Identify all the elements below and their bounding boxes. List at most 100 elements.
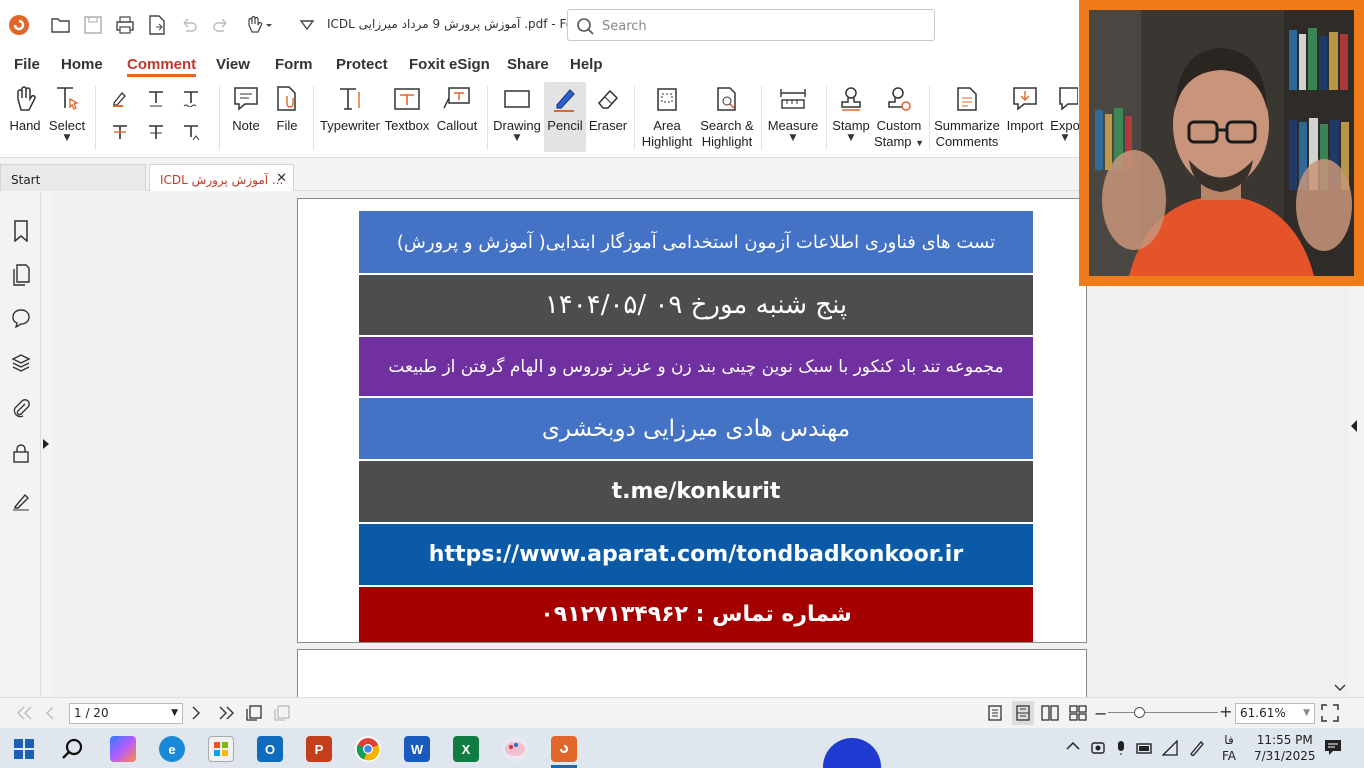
redo-icon[interactable]: [210, 14, 232, 36]
area-highlight-button[interactable]: Area Highlight: [640, 82, 694, 152]
battery-tray-icon[interactable]: [1136, 740, 1152, 756]
close-tab-icon[interactable]: ✕: [276, 171, 287, 186]
menu-foxit-esign[interactable]: Foxit eSign: [409, 56, 490, 73]
zoom-out-icon[interactable]: −: [1094, 704, 1107, 723]
next-view-icon[interactable]: [273, 704, 291, 722]
menu-protect[interactable]: Protect: [336, 56, 388, 73]
export-label: Expo: [1050, 118, 1080, 133]
menu-share[interactable]: Share: [507, 56, 549, 73]
edge-browser-icon[interactable]: e: [159, 736, 185, 762]
previous-view-icon[interactable]: [245, 704, 263, 722]
camera-tray-icon[interactable]: [1090, 740, 1106, 756]
export-button[interactable]: Expo ▼: [1050, 82, 1080, 152]
textbox-button[interactable]: Textbox: [384, 82, 430, 152]
chrome-icon[interactable]: [355, 736, 381, 762]
custom-stamp-button[interactable]: Custom Stamp ▼: [874, 82, 924, 152]
menu-form[interactable]: Form: [275, 56, 313, 73]
zoom-in-icon[interactable]: +: [1219, 702, 1232, 721]
open-folder-icon[interactable]: [50, 14, 72, 36]
drawing-button[interactable]: Drawing ▼: [492, 82, 542, 152]
underline-text-icon[interactable]: [145, 87, 167, 109]
word-icon[interactable]: W: [404, 736, 430, 762]
foxit-logo-icon[interactable]: [8, 14, 30, 36]
highlight-icon[interactable]: [109, 87, 131, 109]
wifi-tray-icon[interactable]: [1162, 740, 1178, 756]
right-panel-arrow-icon[interactable]: [1350, 420, 1360, 434]
expand-panel-arrow-icon[interactable]: [42, 439, 50, 449]
print-icon[interactable]: [114, 14, 136, 36]
first-page-icon[interactable]: [16, 706, 34, 720]
search-box[interactable]: [567, 9, 935, 41]
outlook-icon[interactable]: O: [257, 736, 283, 762]
insert-text-icon[interactable]: [180, 121, 202, 143]
menu-view[interactable]: View: [216, 56, 250, 73]
clock-date: 7/31/2025: [1254, 749, 1316, 763]
tab-start[interactable]: Start: [0, 164, 146, 191]
save-icon[interactable]: [82, 14, 104, 36]
layers-icon[interactable]: [10, 352, 32, 374]
pages-thumbnail-icon[interactable]: [10, 264, 32, 286]
facing-view-icon[interactable]: [1041, 704, 1059, 722]
export-doc-icon[interactable]: [146, 14, 168, 36]
menu-home[interactable]: Home: [61, 56, 103, 73]
excel-icon[interactable]: X: [453, 736, 479, 762]
single-page-view-icon[interactable]: [986, 704, 1004, 722]
summarize-comments-button[interactable]: Summarize Comments: [934, 82, 1000, 152]
file-attachment-button[interactable]: File: [268, 82, 306, 152]
microphone-tray-icon[interactable]: [1113, 740, 1129, 756]
select-tool-button[interactable]: Select ▼: [46, 82, 88, 152]
zoom-slider[interactable]: [1108, 712, 1218, 713]
scroll-down-icon[interactable]: [1334, 684, 1346, 694]
last-page-icon[interactable]: [217, 706, 235, 720]
customize-dropdown-icon[interactable]: [296, 14, 318, 36]
windows-start-icon[interactable]: [14, 739, 34, 759]
squiggly-text-icon[interactable]: [180, 87, 202, 109]
search-highlight-label: Search & Highlight: [700, 118, 754, 149]
security-lock-icon[interactable]: [10, 442, 32, 464]
zoom-level-input[interactable]: 61.61% ▼: [1235, 703, 1315, 724]
callout-button[interactable]: Callout: [434, 82, 480, 152]
powerpoint-icon[interactable]: P: [306, 736, 332, 762]
menu-help[interactable]: Help: [570, 56, 603, 73]
menu-file[interactable]: File: [14, 56, 40, 73]
comments-panel-icon[interactable]: [10, 307, 32, 329]
search-highlight-button[interactable]: Search & Highlight: [700, 82, 754, 152]
stamp-button[interactable]: Stamp ▼: [830, 82, 872, 152]
pen-tray-icon[interactable]: [1188, 740, 1204, 756]
typewriter-button[interactable]: Typewriter: [320, 82, 380, 152]
notifications-icon[interactable]: [1324, 739, 1342, 757]
replace-text-icon[interactable]: [145, 121, 167, 143]
eraser-button[interactable]: Eraser: [588, 82, 628, 152]
search-input[interactable]: [602, 16, 922, 36]
paint-icon[interactable]: [502, 736, 528, 762]
pencil-button[interactable]: Pencil: [544, 82, 586, 152]
undo-icon[interactable]: [178, 14, 200, 36]
language-indicator[interactable]: فا FA: [1222, 732, 1236, 764]
page-number-input[interactable]: 1 / 20 ▼: [69, 703, 183, 724]
taskbar-search-icon[interactable]: [60, 737, 84, 761]
continuous-view-icon[interactable]: [1012, 701, 1034, 725]
measure-button[interactable]: Measure ▼: [766, 82, 820, 152]
signature-icon[interactable]: [10, 490, 32, 512]
copilot-icon[interactable]: [110, 736, 136, 762]
store-icon[interactable]: [208, 736, 234, 762]
tray-expand-icon[interactable]: [1066, 740, 1080, 752]
hand-tool-button[interactable]: Hand: [4, 82, 46, 152]
zoom-slider-handle[interactable]: [1134, 707, 1145, 718]
next-page-icon[interactable]: [191, 706, 201, 720]
tab-document[interactable]: ICDL آموزش پرورش ... ✕: [149, 164, 294, 191]
note-button[interactable]: Note: [226, 82, 266, 152]
fullscreen-icon[interactable]: [1321, 704, 1339, 722]
foxit-taskbar-icon[interactable]: [551, 736, 577, 762]
previous-page-icon[interactable]: [45, 706, 55, 720]
bookmark-icon[interactable]: [10, 220, 32, 242]
attachments-icon[interactable]: [10, 398, 32, 420]
strikeout-text-icon[interactable]: [109, 121, 131, 143]
record-button[interactable]: [823, 738, 881, 768]
hand-dropdown-icon[interactable]: [244, 14, 276, 36]
continuous-facing-view-icon[interactable]: [1069, 704, 1087, 722]
menu-comment[interactable]: Comment: [127, 56, 197, 77]
row-phone-text: شماره تماس : ۰۹۱۲۷۱۳۴۹۶۲: [540, 602, 852, 627]
clock[interactable]: 11:55 PM 7/31/2025: [1254, 732, 1316, 764]
import-button[interactable]: Import: [1004, 82, 1046, 152]
